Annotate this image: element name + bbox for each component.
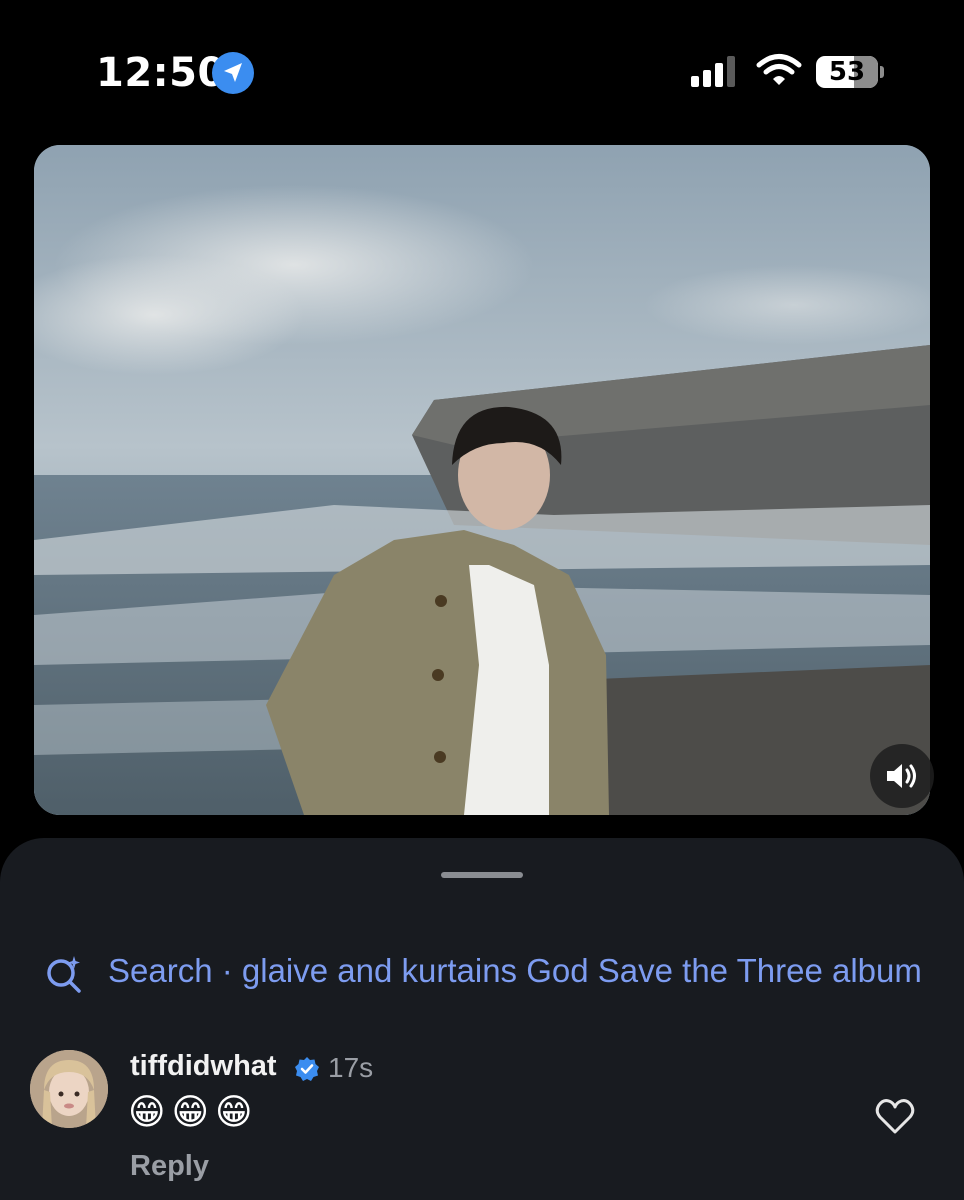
comment-timestamp: 17s [328, 1052, 374, 1083]
sound-toggle-button[interactable] [870, 744, 934, 808]
battery-level: 53 [828, 57, 866, 87]
sheet-grabber-handle[interactable] [441, 872, 523, 878]
battery-tip [880, 66, 884, 78]
search-suggestion-link[interactable]: Search · glaive and kurtains God Save th… [44, 948, 964, 998]
comment-item: tiffdidwhat 17s 😁😁😁 Reply [0, 1038, 964, 1198]
avatar[interactable] [30, 1050, 108, 1128]
cellular-signal-icon [691, 56, 735, 87]
reply-button[interactable]: Reply [130, 1150, 209, 1183]
comment-text: 😁😁😁 [128, 1092, 259, 1133]
comments-sheet: Search · glaive and kurtains God Save th… [0, 838, 964, 1200]
search-suggestion-text: Search · glaive and kurtains God Save th… [108, 952, 922, 989]
sparkle-search-icon [47, 956, 81, 993]
status-bar: 12:50 53 [0, 0, 964, 140]
battery-icon: 53 [816, 56, 878, 88]
wifi-icon [756, 54, 802, 85]
verified-badge-icon [295, 1057, 319, 1081]
status-time: 12:50 [96, 50, 226, 96]
comment-username[interactable]: tiffdidwhat [130, 1050, 277, 1083]
heart-outline-icon[interactable] [874, 1096, 916, 1136]
video-player[interactable] [34, 145, 930, 815]
speaker-volume-icon [887, 764, 916, 788]
video-frame-image [34, 145, 930, 815]
location-arrow-icon [212, 52, 254, 94]
